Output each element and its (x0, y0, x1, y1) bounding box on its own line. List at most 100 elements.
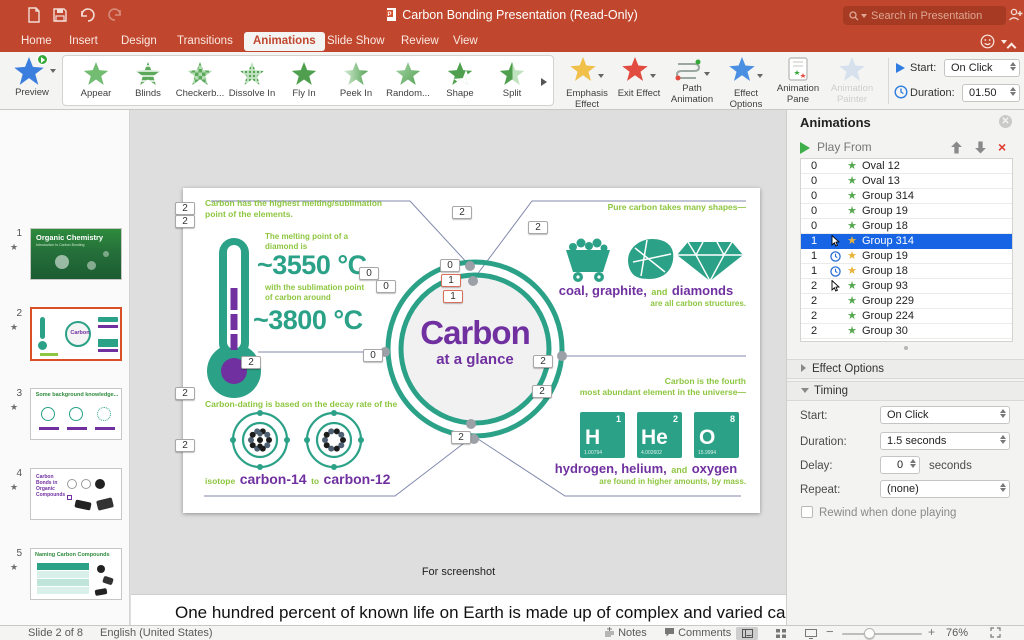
center-subtitle-text[interactable]: at a glance (395, 351, 555, 368)
timing-delay-stepper[interactable]: 0 (880, 456, 920, 474)
effect-checkerboard[interactable]: Checkerb... (175, 60, 225, 100)
effect-split[interactable]: Split (487, 60, 537, 100)
move-up-icon[interactable] (950, 141, 963, 159)
duration-input[interactable]: 01.50 (962, 84, 1020, 102)
shapes-note-text[interactable]: Pure carbon takes many shapes— (563, 202, 746, 212)
anim-order-badge[interactable]: 2 (452, 206, 472, 219)
dating-line-text[interactable]: isotope carbon-14 to carbon-12 (205, 471, 415, 489)
anim-order-badge[interactable]: 0 (359, 267, 379, 280)
anim-order-badge[interactable]: 0 (440, 259, 460, 272)
animation-row[interactable]: 0★Oval 12 (801, 159, 1012, 174)
timing-duration-select[interactable]: 1.5 seconds (880, 432, 1010, 450)
zoom-percentage[interactable]: 76% (946, 627, 968, 640)
play-from-icon[interactable] (800, 141, 810, 159)
animation-row[interactable]: 2★Group 229 (801, 294, 1012, 309)
slide-counter[interactable]: Slide 2 of 8 (28, 627, 83, 640)
tab-design[interactable]: Design (112, 32, 166, 51)
slide-2-thumbnail[interactable]: Carbon (30, 307, 122, 361)
tab-slide-show[interactable]: Slide Show (318, 32, 394, 51)
animation-row-partial[interactable]: 2★Group (801, 339, 1012, 342)
element-tile-helium[interactable]: He 2 4.002602 (637, 412, 682, 458)
slide-4-thumbnail[interactable]: Carbon Bonds in Organic Compounds (30, 468, 122, 520)
close-pane-icon[interactable]: ✕ (999, 115, 1012, 128)
anim-order-badge[interactable]: 2 (533, 355, 553, 368)
anim-order-badge[interactable]: 2 (175, 439, 195, 452)
anim-order-badge-selected[interactable]: 1 (443, 290, 463, 303)
start-select[interactable]: On Click (944, 59, 1020, 77)
move-down-icon[interactable] (974, 141, 987, 159)
animation-row[interactable]: 1★Group 18 (801, 264, 1012, 279)
tab-insert[interactable]: Insert (60, 32, 107, 51)
slide-1-thumbnail[interactable]: Organic Chemistry Introduction to Carbon… (30, 228, 122, 280)
effect-options-section-header[interactable]: Effect Options (787, 359, 1024, 379)
tab-home[interactable]: Home (12, 32, 61, 51)
tab-review[interactable]: Review (392, 32, 448, 51)
path-animation-button[interactable]: Path Animation (664, 55, 720, 106)
effect-random[interactable]: Random... (383, 60, 433, 100)
share-people-icon[interactable] (1008, 7, 1024, 23)
zoom-out-button[interactable]: − (826, 625, 834, 638)
zoom-slider-track[interactable] (842, 633, 922, 635)
anim-order-badge[interactable]: 2 (532, 385, 552, 398)
gallery-more-icon[interactable] (541, 78, 547, 86)
anim-order-badge[interactable]: 0 (376, 280, 396, 293)
center-title-text[interactable]: Carbon (395, 314, 555, 352)
effect-appear[interactable]: Appear (71, 60, 121, 100)
play-from-label[interactable]: Play From (817, 140, 872, 154)
normal-view-button[interactable] (736, 627, 758, 640)
animation-row-selected[interactable]: 1★Group 314 (801, 234, 1012, 249)
slide-sorter-view-button[interactable] (770, 627, 792, 640)
effect-shape[interactable]: Shape (435, 60, 485, 100)
comments-toggle[interactable]: Comments (664, 627, 731, 640)
zoom-slider-knob[interactable] (864, 628, 875, 639)
delete-animation-icon[interactable]: × (998, 139, 1006, 155)
tab-view[interactable]: View (444, 32, 487, 51)
effect-fly-in[interactable]: Fly In (279, 60, 329, 100)
rewind-checkbox[interactable] (801, 506, 813, 518)
animation-row[interactable]: 0★Group 19 (801, 204, 1012, 219)
tab-transitions[interactable]: Transitions (168, 32, 242, 51)
anim-order-badge[interactable]: 2 (451, 431, 471, 444)
tab-animations[interactable]: Animations (244, 32, 325, 51)
animation-row[interactable]: 2★Group 224 (801, 309, 1012, 324)
timing-section-header[interactable]: Timing (787, 381, 1024, 401)
anim-order-badge-selected[interactable]: 1 (441, 274, 461, 287)
animation-row[interactable]: 1★Group 19 (801, 249, 1012, 264)
timing-start-select[interactable]: On Click (880, 406, 1010, 424)
list-resize-handle[interactable] (904, 346, 908, 350)
language-indicator[interactable]: English (United States) (100, 627, 213, 640)
shapes-sub-text[interactable]: are all carbon structures. (563, 299, 746, 308)
slide-canvas[interactable]: Carbon has the highest melting/sublimati… (183, 188, 760, 513)
notes-pane[interactable]: One hundred percent of known life on Ear… (131, 594, 786, 625)
notes-text[interactable]: One hundred percent of known life on Ear… (175, 603, 786, 623)
anim-order-badge[interactable]: 2 (241, 356, 261, 369)
preview-button[interactable]: Preview (6, 55, 58, 99)
sublimation-label-text[interactable]: with the sublimation point of carbon aro… (265, 283, 365, 303)
elements-sub-text[interactable]: are found in higher amounts, by mass. (563, 477, 746, 486)
anim-order-badge[interactable]: 0 (363, 349, 383, 362)
element-tile-hydrogen[interactable]: H 1 1.00794 (580, 412, 625, 458)
timing-repeat-select[interactable]: (none) (880, 480, 1010, 498)
feedback-smiley-icon[interactable] (980, 34, 1007, 54)
dating-note-text[interactable]: Carbon-dating is based on the decay rate… (205, 399, 397, 409)
animation-row[interactable]: 2★Group 30 (801, 324, 1012, 339)
animation-row[interactable]: 0★Group 18 (801, 219, 1012, 234)
effect-blinds[interactable]: Blinds (123, 60, 173, 100)
slideshow-view-button[interactable] (800, 627, 822, 640)
sublimation-value-text[interactable]: ~3800 °C (253, 305, 363, 336)
anim-order-badge[interactable]: 2 (175, 215, 195, 228)
slide-3-thumbnail[interactable]: Some background knowledge... (30, 388, 122, 440)
search-input[interactable]: Search in Presentation (843, 6, 1006, 25)
effect-dissolve-in[interactable]: Dissolve In (227, 60, 277, 100)
zoom-in-button[interactable]: + (928, 626, 935, 639)
anim-order-badge[interactable]: 2 (528, 221, 548, 234)
abundance-note-text[interactable]: Carbon is the fourthmost abundant elemen… (543, 376, 746, 399)
animation-pane-button[interactable]: Animation Pane (772, 55, 824, 106)
notes-toggle[interactable]: Notes (604, 627, 647, 640)
animation-row[interactable]: 0★Oval 13 (801, 174, 1012, 189)
effect-options-button[interactable]: Effect Options (722, 55, 770, 111)
emphasis-effect-button[interactable]: Emphasis Effect (560, 55, 614, 111)
elements-line-text[interactable]: hydrogen, helium, and oxygen (546, 460, 746, 478)
pasteboard-caption-text[interactable]: For screenshot (131, 566, 786, 578)
animation-row[interactable]: 0★Group 314 (801, 189, 1012, 204)
